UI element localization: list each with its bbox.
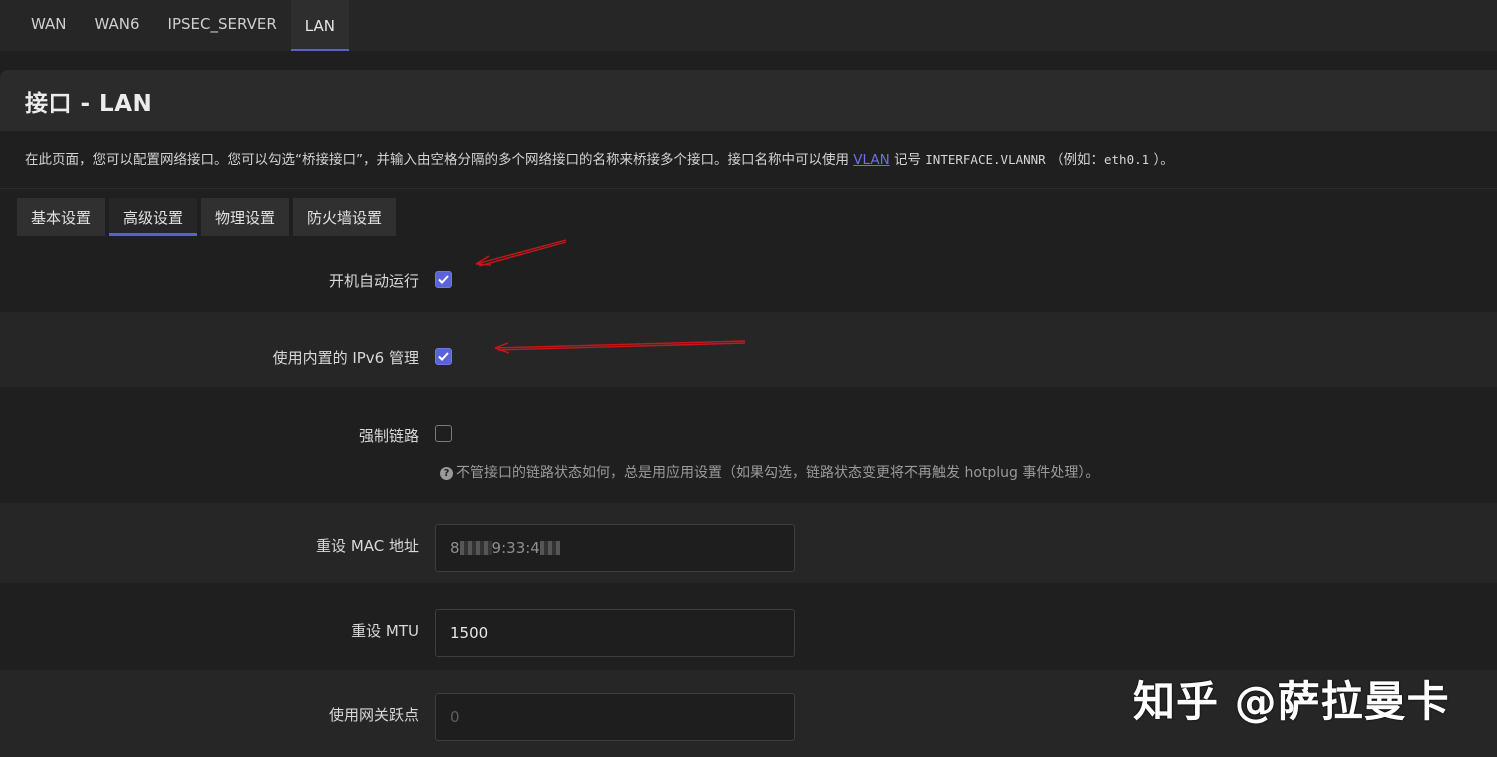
mtu-input[interactable]: 1500	[435, 609, 795, 657]
force-link-hint-text: 不管接口的链路状态如何，总是用应用设置（如果勾选，链路状态变更将不再触发 hot…	[456, 465, 1100, 481]
divider	[0, 188, 1497, 189]
mac-address-label: 重设 MAC 地址	[316, 537, 419, 555]
interface-tabs: WAN WAN6 IPSEC_SERVER LAN	[0, 0, 1497, 51]
tab-firewall-settings[interactable]: 防火墙设置	[293, 198, 397, 236]
row-auto-start: 开机自动运行	[0, 238, 1497, 312]
vlan-link[interactable]: VLAN	[853, 152, 889, 168]
auto-start-label: 开机自动运行	[328, 272, 419, 290]
mtu-value: 1500	[450, 624, 489, 642]
check-icon	[438, 275, 449, 284]
help-icon: ?	[440, 467, 453, 480]
force-link-hint: ? 不管接口的链路状态如何，总是用应用设置（如果勾选，链路状态变更将不再触发 ho…	[440, 462, 1099, 482]
auto-start-checkbox[interactable]	[435, 271, 452, 288]
check-icon	[438, 352, 449, 361]
tab-ipsec-server[interactable]: IPSEC_SERVER	[154, 0, 291, 51]
row-force-link: 强制链路 ? 不管接口的链路状态如何，总是用应用设置（如果勾选，链路状态变更将不再…	[0, 387, 1497, 503]
desc-mid2: （例如：	[1050, 152, 1104, 168]
desc-code-eth: eth0.1	[1104, 152, 1150, 167]
redacted-block	[459, 541, 492, 555]
gateway-metric-label: 使用网关跃点	[328, 706, 419, 724]
watermark: 知乎 @萨拉曼卡	[1133, 677, 1450, 726]
tab-wan[interactable]: WAN	[17, 0, 81, 51]
redacted-block	[539, 541, 560, 555]
force-link-checkbox[interactable]	[435, 425, 452, 442]
title-bar: 接口 - LAN	[0, 70, 1497, 131]
page-title: 接口 - LAN	[25, 90, 153, 117]
desc-suffix: ）。	[1153, 152, 1174, 168]
mac-value-mid: 9:33:4	[491, 539, 540, 557]
gateway-metric-input[interactable]: 0	[435, 693, 795, 741]
mac-value-start: 8	[450, 539, 460, 557]
row-mac-address: 重设 MAC 地址 8 9:33:4	[0, 503, 1497, 583]
desc-mid: 记号	[889, 152, 926, 168]
tab-basic-settings[interactable]: 基本设置	[17, 198, 106, 236]
desc-code-interface: INTERFACE.VLANNR	[925, 152, 1046, 167]
ipv6-management-checkbox[interactable]	[435, 348, 452, 365]
page-description: 在此页面，您可以配置网络接口。您可以勾选“桥接接口”，并输入由空格分隔的多个网络…	[25, 148, 1485, 168]
tab-wan6[interactable]: WAN6	[81, 0, 154, 51]
row-mtu: 重设 MTU 1500	[0, 583, 1497, 670]
mac-address-input[interactable]: 8 9:33:4	[435, 524, 795, 572]
gateway-metric-placeholder: 0	[450, 708, 460, 726]
settings-tabs: 基本设置 高级设置 物理设置 防火墙设置	[17, 198, 397, 236]
force-link-label: 强制链路	[358, 427, 419, 445]
ipv6-management-label: 使用内置的 IPv6 管理	[272, 349, 419, 367]
tab-physical-settings[interactable]: 物理设置	[201, 198, 290, 236]
row-ipv6-management: 使用内置的 IPv6 管理	[0, 312, 1497, 387]
desc-prefix: 在此页面，您可以配置网络接口。您可以勾选“桥接接口”，并输入由空格分隔的多个网络…	[25, 152, 854, 168]
mtu-label: 重设 MTU	[351, 622, 419, 640]
tab-advanced-settings[interactable]: 高级设置	[109, 198, 198, 236]
tab-lan[interactable]: LAN	[290, 0, 350, 51]
